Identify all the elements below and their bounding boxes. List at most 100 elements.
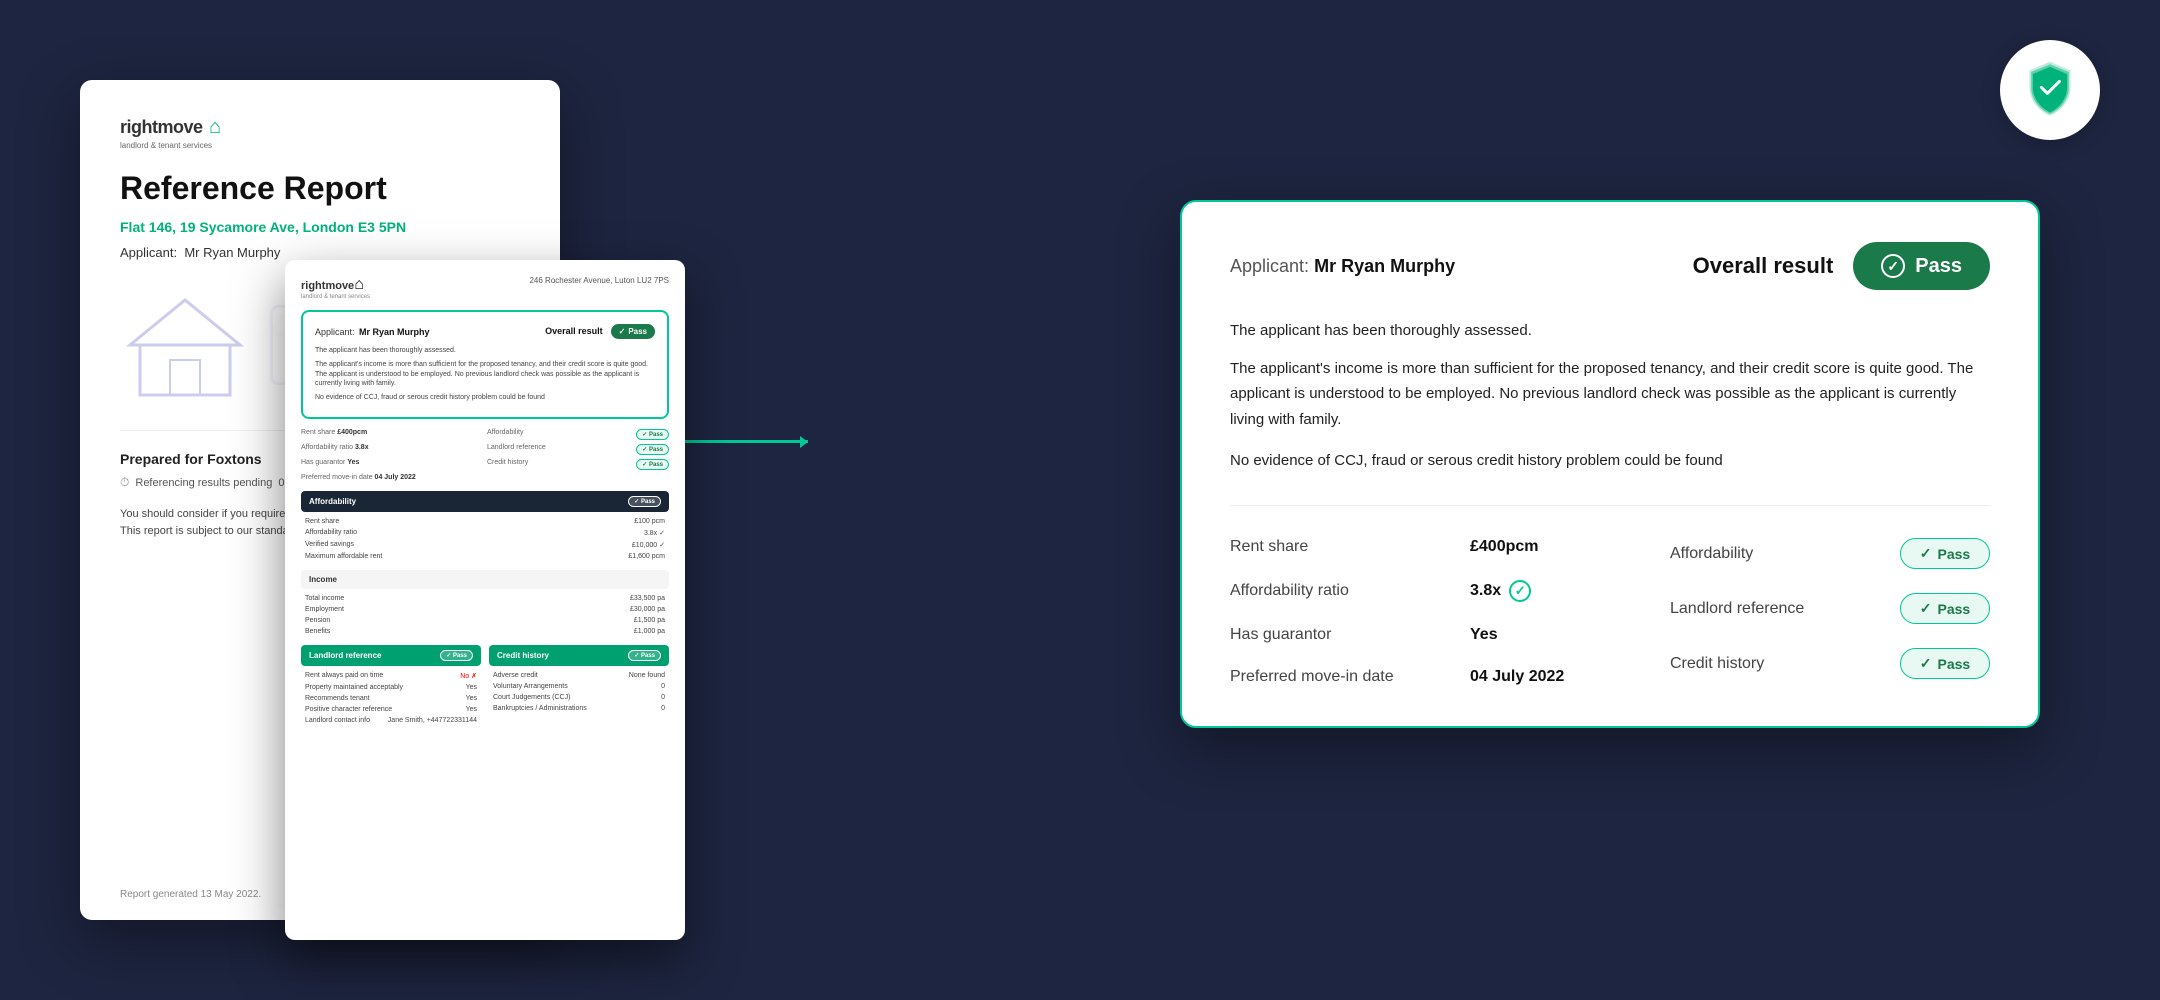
mid-result-card: Applicant: Mr Ryan Murphy Overall result… xyxy=(301,310,669,419)
mid-row-voluntary: Voluntary Arrangements0 xyxy=(489,681,669,692)
affordability-right-label: Affordability xyxy=(1670,545,1753,563)
mid-applicant-info: Applicant: Mr Ryan Murphy xyxy=(315,322,430,340)
doc-address: Flat 146, 19 Sycamore Ave, London E3 5PN xyxy=(120,219,520,235)
logo-text: rightmove xyxy=(120,117,203,137)
credit-right-badge: ✓ Pass xyxy=(1900,648,1990,679)
main-applicant-prefix: Applicant: xyxy=(1230,256,1309,276)
right-item-landlord: Landlord reference ✓ Pass xyxy=(1670,593,1990,624)
doc-applicant: Applicant: Mr Ryan Murphy xyxy=(120,245,520,260)
mid-row-maintained: Property maintained acceptablyYes xyxy=(301,682,481,693)
main-desc-p2: The applicant's income is more than suff… xyxy=(1230,356,1990,433)
mid-detail-rent: Rent share £400pcm xyxy=(301,429,483,440)
mid-row-benefits: Benefits£1,000 pa xyxy=(301,626,669,637)
mid-row-contact: Landlord contact infoJane Smith, +447722… xyxy=(301,715,481,726)
mid-pass-badge: ✓ Pass xyxy=(611,324,655,339)
main-result-label: Overall result xyxy=(1693,253,1834,279)
mid-document: rightmove⌂ landlord & tenant services 24… xyxy=(285,260,685,940)
mid-applicant-row: Applicant: Mr Ryan Murphy Overall result… xyxy=(315,322,655,340)
main-result-right: Overall result ✓ Pass xyxy=(1693,242,1990,290)
mid-row-character: Positive character referenceYes xyxy=(301,704,481,715)
mid-text3: No evidence of CCJ, fraud or serous cred… xyxy=(315,393,655,403)
affordability-ratio-value: 3.8x ✓ xyxy=(1470,580,1531,602)
rent-share-value: £400pcm xyxy=(1470,538,1539,556)
detail-row-guarantor: Has guarantor Yes xyxy=(1230,626,1610,644)
mid-row-bankruptcy: Bankruptcies / Administrations0 xyxy=(489,703,669,714)
credit-section-pass: ✓ Pass xyxy=(628,650,661,661)
mid-doc-header: rightmove⌂ landlord & tenant services 24… xyxy=(301,276,669,300)
ratio-check-icon: ✓ xyxy=(1509,580,1531,602)
doc-applicant-label: Applicant: xyxy=(120,245,177,260)
main-applicant-name: Mr Ryan Murphy xyxy=(1314,256,1455,276)
shield-icon xyxy=(2020,60,2080,120)
mid-doc-address: 246 Rochester Avenue, Luton LU2 7PS xyxy=(529,276,669,285)
doc-applicant-name: Mr Ryan Murphy xyxy=(184,245,280,260)
mid-row-pension: Pension£1,500 pa xyxy=(301,615,669,626)
mid-text1: The applicant has been thoroughly assess… xyxy=(315,346,655,356)
main-left-details: Rent share £400pcm Affordability ratio 3… xyxy=(1230,538,1610,686)
mid-row-total-income: Total income£33,500 pa xyxy=(301,593,669,604)
move-in-value: 04 July 2022 xyxy=(1470,668,1564,686)
affordability-ratio-label: Affordability ratio xyxy=(1230,582,1450,600)
mid-row-ratio: Affordability ratio3.8x ✓ xyxy=(301,527,669,539)
credit-right-label: Credit history xyxy=(1670,655,1764,673)
mid-row-savings: Verified savings£10,000 ✓ xyxy=(301,539,669,551)
credit-check-icon: ✓ xyxy=(1920,655,1932,672)
landlord-right-badge: ✓ Pass xyxy=(1900,593,1990,624)
rent-share-label: Rent share xyxy=(1230,538,1450,556)
mid-row-recommends: Recommends tenantYes xyxy=(301,693,481,704)
mid-row-rent: Rent share£100 pcm xyxy=(301,516,669,527)
logo-house-icon: ⌂ xyxy=(209,116,221,138)
mid-details-grid: Rent share £400pcm Affordability ✓ Pass … xyxy=(301,429,669,481)
doc-logo: rightmove ⌂ landlord & tenant services xyxy=(120,116,520,150)
mid-detail-movein: Preferred move-in date 04 July 2022 xyxy=(301,474,669,481)
mid-detail-landlord-right: Landlord reference ✓ Pass xyxy=(487,444,669,455)
mid-detail-guarantor: Has guarantor Yes xyxy=(301,459,483,470)
right-item-affordability: Affordability ✓ Pass xyxy=(1670,538,1990,569)
landlord-ref-pass-right: ✓ Pass xyxy=(636,444,669,455)
mid-affordability-section: Affordability ✓ Pass Rent share£100 pcm … xyxy=(301,491,669,562)
landlord-section-header: Landlord reference ✓ Pass xyxy=(301,645,481,666)
affordability-right-badge: ✓ Pass xyxy=(1900,538,1990,569)
mid-row-employment: Employment£30,000 pa xyxy=(301,604,669,615)
credit-hist-label-right: Credit history xyxy=(487,459,528,470)
mid-row-maxrent: Maximum affordable rent£1,600 pcm xyxy=(301,551,669,562)
main-right-details: Affordability ✓ Pass Landlord reference … xyxy=(1610,538,1990,686)
clock-icon: ⏱ xyxy=(120,475,129,490)
mid-row-rent-paid: Rent always paid on timeNo ✗ xyxy=(301,670,481,682)
mid-detail-ratio: Affordability ratio 3.8x xyxy=(301,444,483,455)
main-applicant-info: Applicant: Mr Ryan Murphy xyxy=(1230,256,1455,277)
mid-text2: The applicant's income is more than suff… xyxy=(315,360,655,389)
affordability-label-right: Affordability xyxy=(487,429,523,440)
move-in-label: Preferred move-in date xyxy=(1230,668,1450,686)
mid-result-right: Overall result ✓ Pass xyxy=(545,324,655,339)
main-divider xyxy=(1230,505,1990,506)
credit-hist-pass-right: ✓ Pass xyxy=(636,459,669,470)
mid-logo-sub: landlord & tenant services xyxy=(301,294,370,300)
has-guarantor-label: Has guarantor xyxy=(1230,626,1450,644)
mid-row-ccj: Court Judgements (CCJ)0 xyxy=(489,692,669,703)
landlord-section-pass: ✓ Pass xyxy=(440,650,473,661)
main-pass-badge: ✓ Pass xyxy=(1853,242,1990,290)
affordability-section-pass: ✓ Pass xyxy=(628,496,661,507)
main-description: The applicant has been thoroughly assess… xyxy=(1230,318,1990,432)
affordability-pass-right: ✓ Pass xyxy=(636,429,669,440)
credit-section-header: Credit history ✓ Pass xyxy=(489,645,669,666)
detail-row-rent: Rent share £400pcm xyxy=(1230,538,1610,556)
main-check-circle-icon: ✓ xyxy=(1881,254,1905,278)
detail-row-ratio: Affordability ratio 3.8x ✓ xyxy=(1230,580,1610,602)
affordability-section-header: Affordability ✓ Pass xyxy=(301,491,669,512)
main-desc-p1: The applicant has been thoroughly assess… xyxy=(1230,318,1990,344)
affordability-check-icon: ✓ xyxy=(1920,545,1932,562)
doc-footer: Report generated 13 May 2022. xyxy=(120,889,261,900)
logo-sub: landlord & tenant services xyxy=(120,141,221,150)
mid-lower-sections: Landlord reference ✓ Pass Rent always pa… xyxy=(301,645,669,734)
landlord-right-label: Landlord reference xyxy=(1670,600,1804,618)
mid-logo-text: rightmove xyxy=(301,280,354,292)
mid-landlord-section: Landlord reference ✓ Pass Rent always pa… xyxy=(301,645,481,726)
main-details-grid: Rent share £400pcm Affordability ratio 3… xyxy=(1230,538,1990,686)
mid-logo: rightmove⌂ landlord & tenant services xyxy=(301,276,370,300)
landlord-check-icon: ✓ xyxy=(1920,600,1932,617)
main-result-card: Applicant: Mr Ryan Murphy Overall result… xyxy=(1180,200,2040,728)
income-section-header: Income xyxy=(301,570,669,589)
has-guarantor-value: Yes xyxy=(1470,626,1498,644)
